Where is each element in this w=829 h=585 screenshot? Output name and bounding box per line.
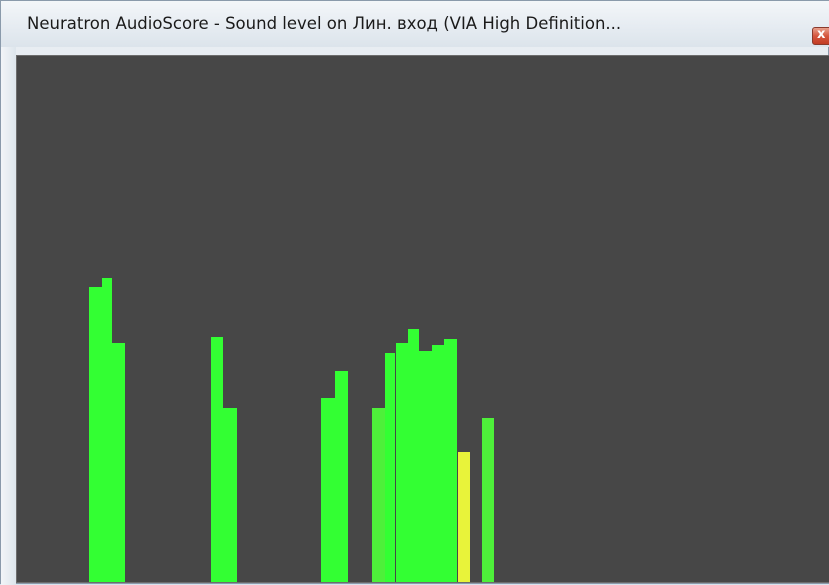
level-bar [89, 287, 102, 582]
level-bar [396, 343, 408, 582]
sound-level-meter [16, 55, 829, 583]
window-title: Neuratron AudioScore - Sound level on Ли… [27, 14, 622, 33]
level-bar [419, 351, 432, 582]
level-bar [223, 408, 237, 582]
level-bar [335, 371, 348, 582]
level-bar [321, 398, 335, 582]
level-bar [112, 343, 125, 582]
level-bar [432, 345, 444, 582]
level-bar [458, 452, 470, 582]
window-frame-edge [1, 47, 16, 585]
level-bar [372, 408, 385, 582]
title-bar[interactable]: Neuratron AudioScore - Sound level on Ли… [1, 1, 829, 47]
close-icon: x [817, 27, 826, 42]
level-bar [102, 278, 112, 582]
level-bar [482, 418, 494, 582]
level-bar [385, 353, 395, 582]
level-bar [444, 339, 457, 582]
level-bar [408, 329, 419, 582]
level-bar [211, 337, 223, 582]
close-button[interactable]: x [812, 27, 829, 45]
audio-level-window: Neuratron AudioScore - Sound level on Ли… [0, 0, 829, 585]
